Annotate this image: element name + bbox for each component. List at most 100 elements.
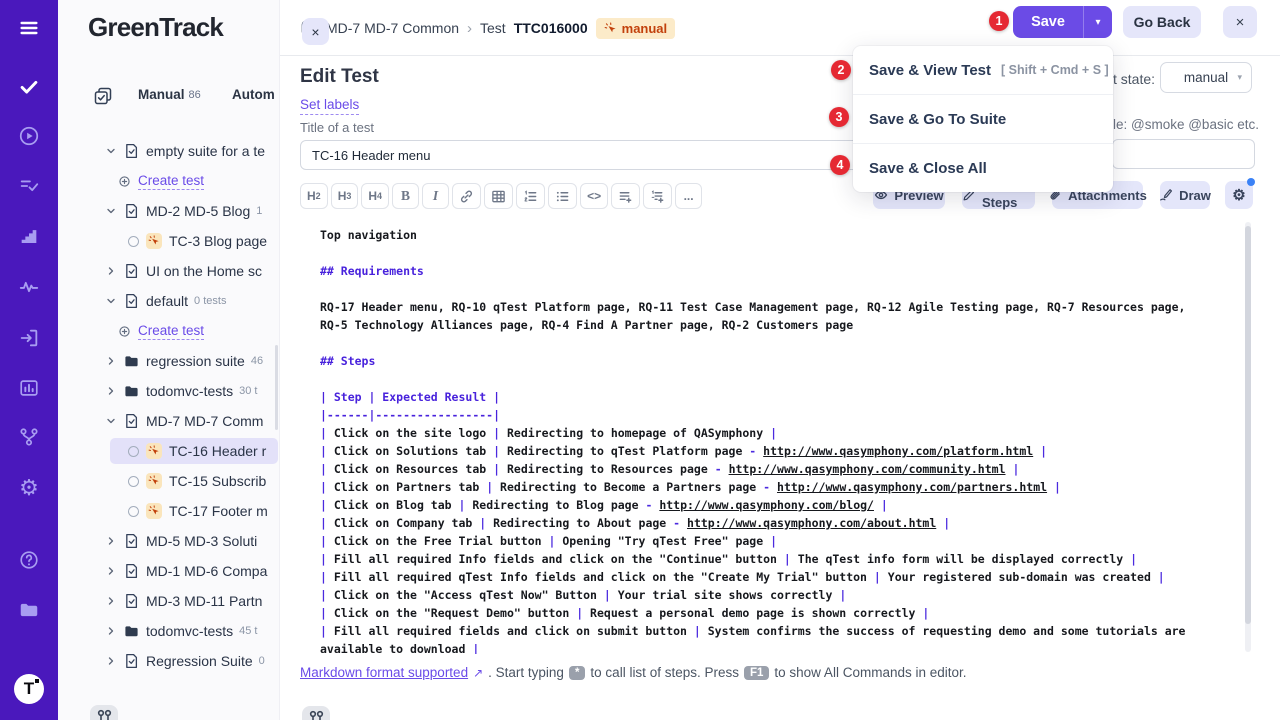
draw-button[interactable]: Draw bbox=[1160, 181, 1210, 209]
check-icon[interactable] bbox=[18, 76, 40, 98]
link-button[interactable] bbox=[452, 183, 481, 209]
suite-doc-icon bbox=[124, 293, 139, 309]
help-icon[interactable] bbox=[18, 549, 40, 571]
chevron-right-icon[interactable] bbox=[105, 595, 117, 607]
editor-line: | Step | Expected Result | bbox=[320, 388, 1200, 406]
heading-4-button[interactable]: H4 bbox=[361, 183, 389, 209]
activity-icon[interactable] bbox=[18, 276, 40, 298]
labels-hint: le: @smoke @basic etc. bbox=[1113, 117, 1259, 132]
bar-chart-icon[interactable] bbox=[18, 377, 40, 399]
set-labels-link[interactable]: Set labels bbox=[300, 97, 359, 115]
chevron-down-icon[interactable] bbox=[105, 295, 117, 307]
breadcrumb-test-id: TTC016000 bbox=[514, 20, 588, 36]
chevron-right-icon[interactable] bbox=[105, 565, 117, 577]
chevron-right-icon[interactable] bbox=[105, 655, 117, 667]
create-test-link[interactable]: Create test bbox=[58, 316, 280, 346]
plus-circle-icon bbox=[118, 175, 131, 188]
chevron-right-icon[interactable] bbox=[105, 625, 117, 637]
tree-suite-default[interactable]: default0 tests bbox=[58, 286, 280, 316]
chevron-right-icon[interactable] bbox=[105, 535, 117, 547]
menu-item-save-close-all[interactable]: Save & Close All bbox=[853, 144, 1113, 192]
heading-2-button[interactable]: H2 bbox=[300, 183, 328, 209]
sign-in-icon[interactable] bbox=[18, 327, 40, 349]
bullet-list-button[interactable] bbox=[548, 183, 577, 209]
tab-manual[interactable]: Manual86 bbox=[138, 87, 201, 102]
editor-line: ## Requirements bbox=[320, 262, 1200, 280]
close-editor-button[interactable]: × bbox=[1223, 6, 1257, 38]
tree-suite-md-3-md-11-partn[interactable]: MD-3 MD-11 Partn bbox=[58, 586, 280, 616]
labels-input[interactable] bbox=[1112, 139, 1255, 169]
steps-icon[interactable] bbox=[18, 226, 40, 248]
editor-line: | Fill all required Info fields and clic… bbox=[320, 550, 1200, 568]
editor-scrollbar-thumb[interactable] bbox=[1245, 226, 1251, 624]
menu-icon[interactable] bbox=[18, 17, 40, 39]
editor-content: Top navigation ## Requirements RQ-17 Hea… bbox=[320, 226, 1200, 654]
sidebar-scrollbar[interactable] bbox=[275, 345, 278, 430]
chevron-down-icon[interactable] bbox=[105, 145, 117, 157]
tree-test-tc-3-blog-page[interactable]: TC-3 Blog page bbox=[58, 226, 280, 256]
settings-button[interactable]: ⚙ bbox=[1225, 181, 1253, 209]
tree-suite-regression-suite[interactable]: regression suite46 bbox=[58, 346, 280, 376]
tree-test-tc-15-subscrib[interactable]: TC-15 Subscrib bbox=[58, 466, 280, 496]
tree-suite-md-5-md-3-soluti[interactable]: MD-5 MD-3 Soluti bbox=[58, 526, 280, 556]
tree-suite-md-7-md-7-comm[interactable]: MD-7 MD-7 Comm bbox=[58, 406, 280, 436]
italic-button[interactable]: I bbox=[422, 183, 449, 209]
app-rail: ⚙T bbox=[0, 0, 58, 720]
tab-automated[interactable]: Autom bbox=[232, 87, 275, 102]
external-link-icon: ↗ bbox=[473, 666, 483, 680]
f1-key-badge: F1 bbox=[744, 666, 769, 680]
create-test-link[interactable]: Create test bbox=[58, 166, 280, 196]
list-check-icon[interactable] bbox=[18, 175, 40, 197]
suite-label: empty suite for a te bbox=[146, 143, 265, 159]
tree-suite-md-1-md-6-compa[interactable]: MD-1 MD-6 Compa bbox=[58, 556, 280, 586]
bold-button[interactable]: B bbox=[392, 183, 419, 209]
tree-suite-md-2-md-5-blog[interactable]: MD-2 MD-5 Blog1 bbox=[58, 196, 280, 226]
play-circle-icon[interactable] bbox=[18, 125, 40, 147]
ordered-list-icon bbox=[523, 189, 538, 204]
chevron-right-icon[interactable] bbox=[105, 265, 117, 277]
tree-suite-ui-on-the-home-sc[interactable]: UI on the Home sc bbox=[58, 256, 280, 286]
suite-label: MD-3 MD-11 Partn bbox=[146, 593, 262, 609]
page-title: Edit Test bbox=[300, 66, 379, 88]
menu-item-save-view-test[interactable]: Save & View Test [ Shift + Cmd + S ] bbox=[853, 46, 1113, 94]
gear-icon[interactable]: ⚙ bbox=[18, 477, 40, 499]
ordered-list-add-button[interactable] bbox=[643, 183, 672, 209]
chevron-right-icon[interactable] bbox=[105, 355, 117, 367]
tree-test-tc-16-header-r[interactable]: TC-16 Header r bbox=[58, 436, 280, 466]
tree-suite-todomvc-tests[interactable]: todomvc-tests45 t bbox=[58, 616, 280, 646]
menu-item-save-go-to-suite[interactable]: Save & Go To Suite bbox=[853, 95, 1113, 143]
save-button[interactable]: Save ▾ bbox=[1013, 6, 1112, 38]
suite-doc-icon bbox=[124, 263, 139, 279]
more-button[interactable]: ... bbox=[675, 183, 702, 209]
draw-icon bbox=[1159, 188, 1173, 202]
plus-circle-icon bbox=[118, 325, 131, 338]
tree-suite-todomvc-tests[interactable]: todomvc-tests30 t bbox=[58, 376, 280, 406]
branch-icon[interactable] bbox=[18, 426, 40, 448]
app-logo: GreenTrack bbox=[88, 12, 223, 43]
bullet-list-add-button[interactable] bbox=[611, 183, 640, 209]
tree-suite-empty-suite-for-a-te[interactable]: empty suite for a te bbox=[58, 136, 280, 166]
tree-test-tc-17-footer-m[interactable]: TC-17 Footer m bbox=[58, 496, 280, 526]
ordered-list-button[interactable] bbox=[516, 183, 545, 209]
heading-3-button[interactable]: H3 bbox=[331, 183, 359, 209]
chevron-right-icon[interactable] bbox=[105, 385, 117, 397]
suite-doc-icon bbox=[124, 533, 139, 549]
user-avatar[interactable]: T bbox=[14, 674, 44, 704]
tree-suite-regression-suite[interactable]: Regression Suite0 bbox=[58, 646, 280, 676]
markdown-help-link[interactable]: Markdown format supported bbox=[300, 665, 468, 680]
editor-line: | Click on Resources tab | Redirecting t… bbox=[320, 460, 1200, 478]
collapse-sidebar-button[interactable]: × bbox=[302, 18, 329, 45]
save-dropdown-caret[interactable]: ▾ bbox=[1083, 6, 1112, 38]
markdown-editor[interactable]: Top navigation ## Requirements RQ-17 Hea… bbox=[300, 218, 1245, 654]
folder-icon[interactable] bbox=[18, 599, 40, 621]
manual-test-icon bbox=[146, 503, 162, 519]
breadcrumb-suite[interactable]: MD-7 MD-7 Common bbox=[326, 20, 459, 36]
link-icon bbox=[459, 189, 474, 204]
chevron-down-icon[interactable] bbox=[105, 415, 117, 427]
go-back-button[interactable]: Go Back bbox=[1123, 6, 1201, 38]
code-button[interactable]: <> bbox=[580, 183, 608, 209]
editor-toolbar: H2H3H4BI <>... bbox=[300, 183, 702, 209]
chevron-down-icon[interactable] bbox=[105, 205, 117, 217]
test-state-select[interactable]: manual ▾ bbox=[1160, 62, 1252, 93]
table-button[interactable] bbox=[484, 183, 513, 209]
